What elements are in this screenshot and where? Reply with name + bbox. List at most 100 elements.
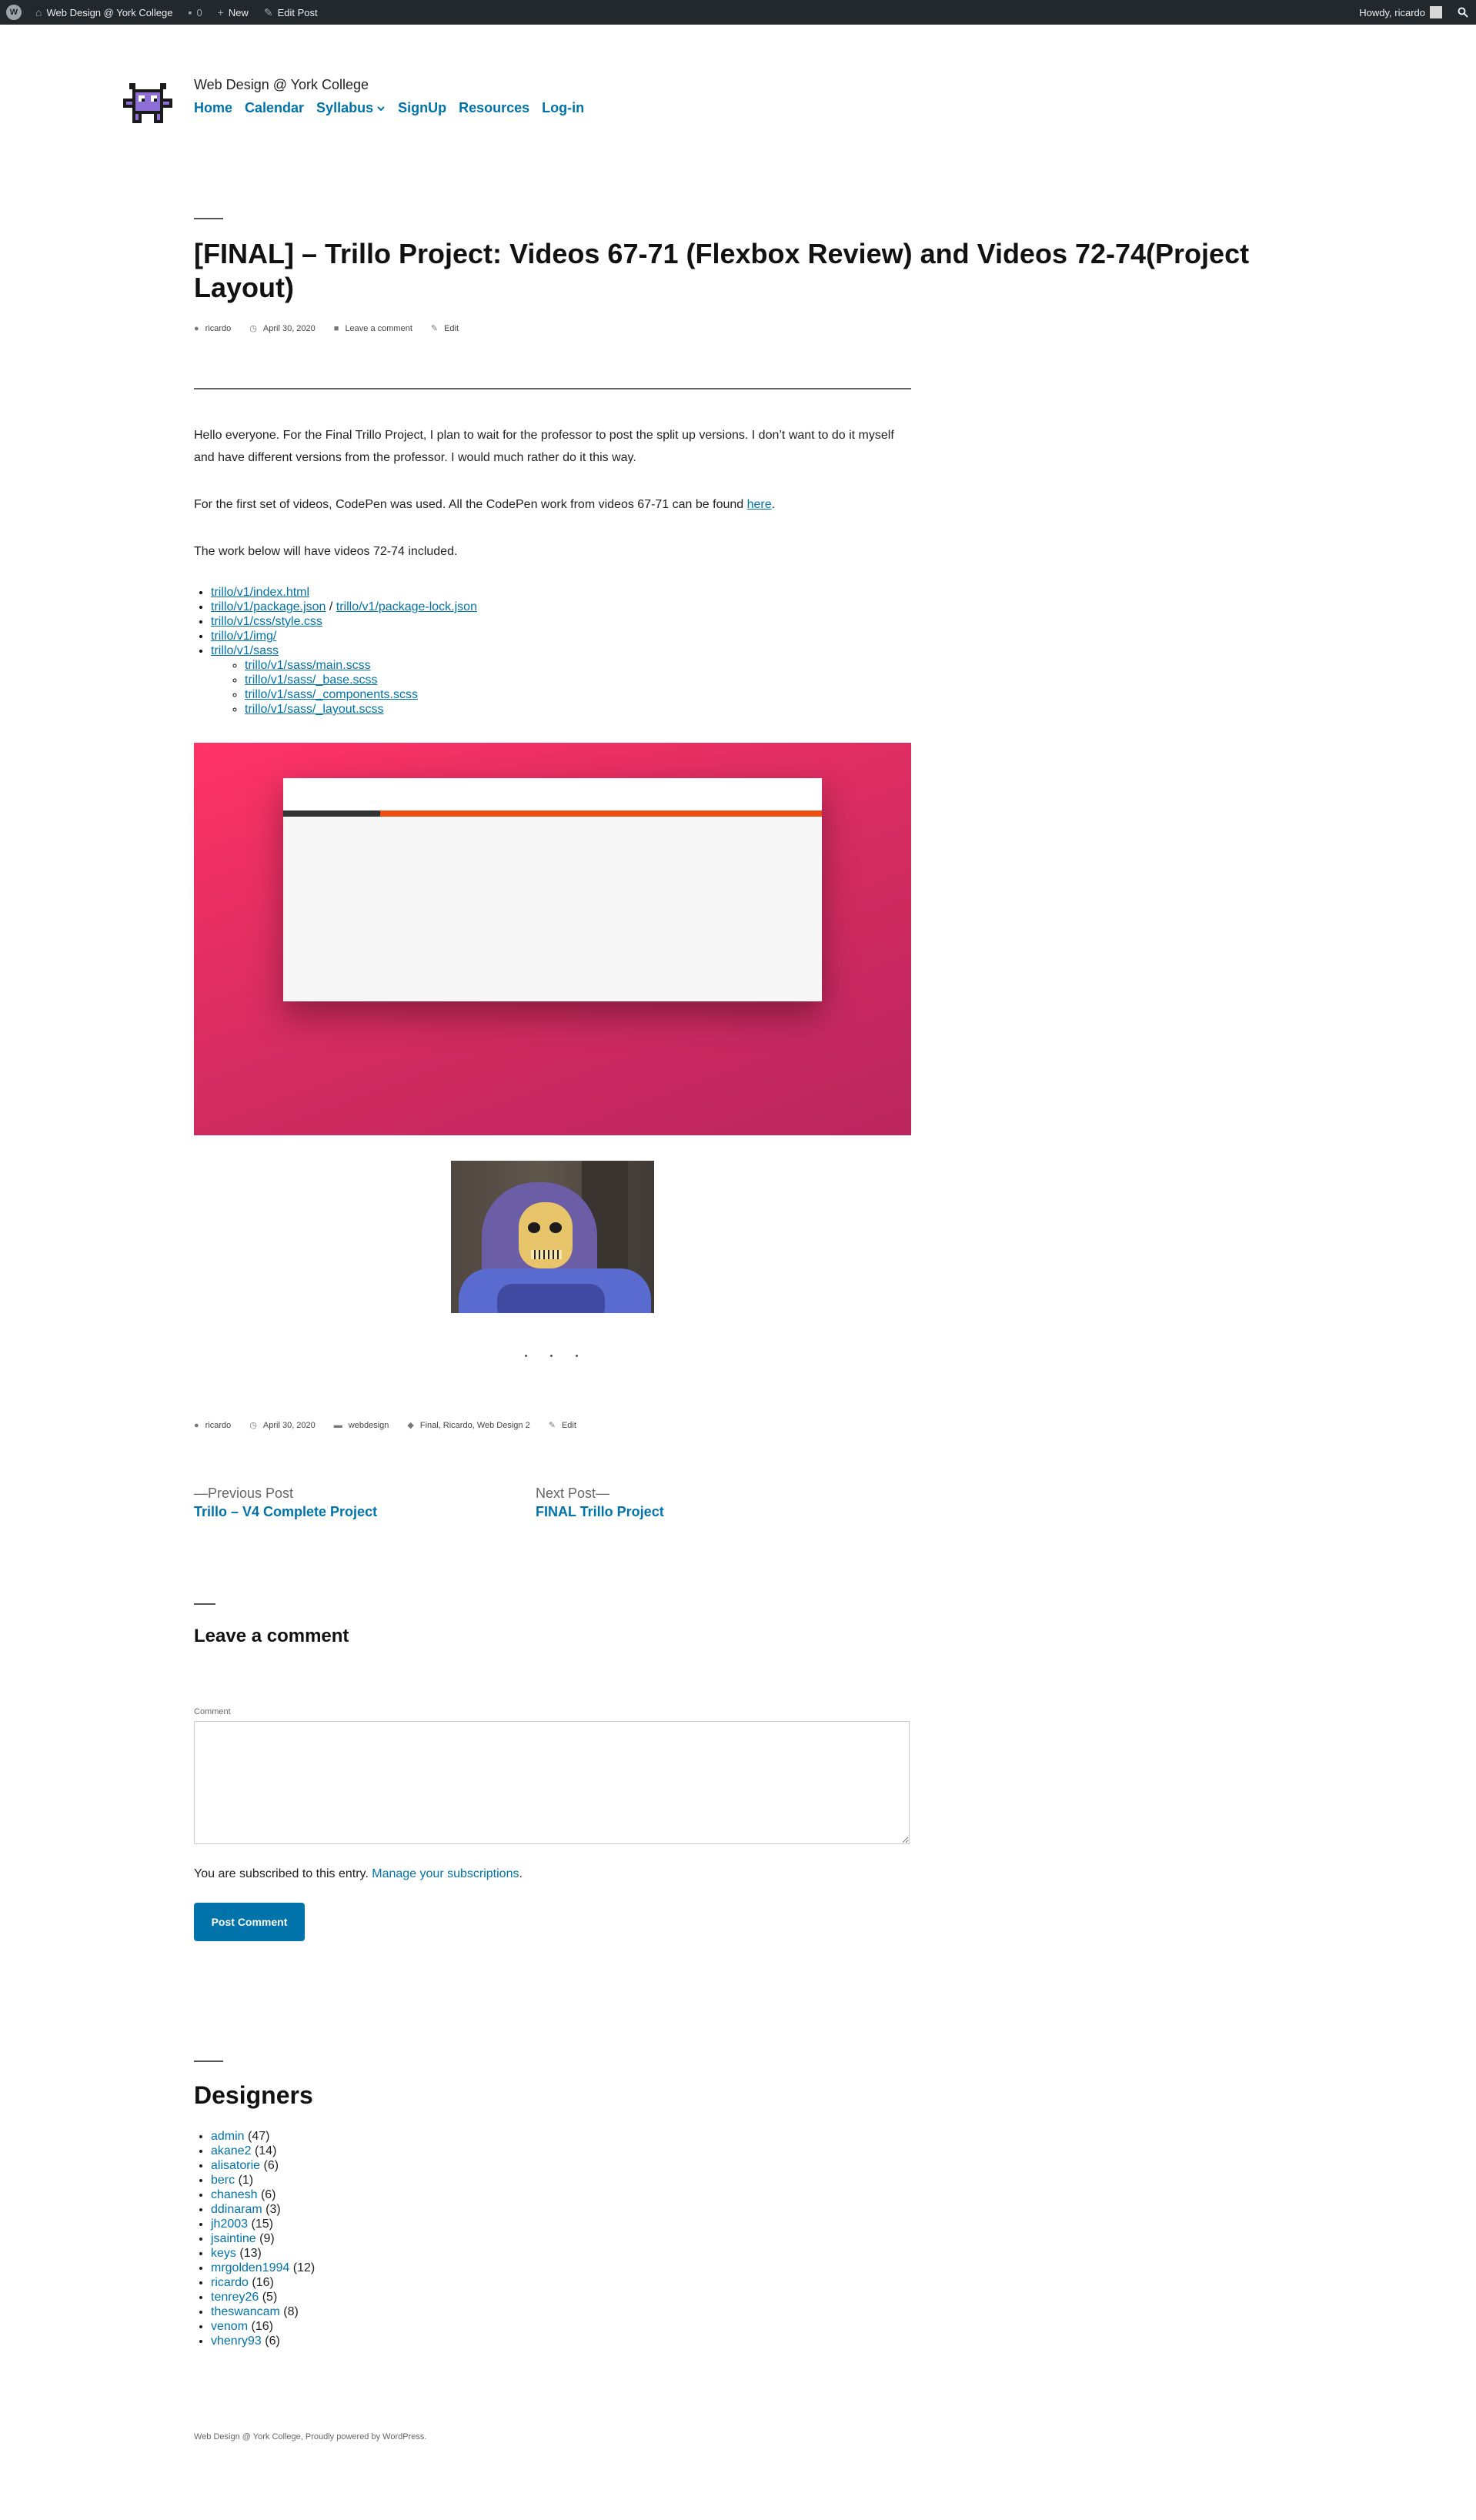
admin-bar-site[interactable]: ⌂ Web Design @ York College bbox=[28, 0, 180, 25]
skeletor-teeth bbox=[531, 1250, 562, 1259]
file-link-main-scss[interactable]: trillo/v1/sass/main.scss bbox=[245, 659, 371, 672]
file-link-package[interactable]: trillo/v1/package.json bbox=[211, 600, 326, 613]
list-item: trillo/v1/package.json / trillo/v1/packa… bbox=[211, 600, 477, 614]
admin-bar-comments[interactable]: ▪ 0 bbox=[180, 0, 209, 25]
designer-link[interactable]: theswancam bbox=[211, 2305, 280, 2318]
folder-icon: ▬ bbox=[333, 1420, 342, 1430]
designer-link[interactable]: mrgolden1994 bbox=[211, 2261, 289, 2274]
comment-field[interactable] bbox=[194, 1721, 910, 1844]
designer-link[interactable]: berc bbox=[211, 2174, 235, 2187]
footer-author-link[interactable]: ricardo bbox=[205, 1421, 232, 1430]
comments-divider bbox=[194, 1603, 215, 1605]
skeletor-image bbox=[451, 1161, 654, 1313]
site-logo-icon[interactable] bbox=[123, 83, 172, 126]
designer-link[interactable]: keys bbox=[211, 2247, 236, 2260]
designer-link[interactable]: chanesh bbox=[211, 2188, 258, 2201]
meta-author-link[interactable]: ricardo bbox=[205, 324, 232, 333]
comment-field-label: Comment bbox=[194, 1707, 231, 1716]
footer-meta-tags: ◆ Final, Ricardo, Web Design 2 bbox=[407, 1420, 530, 1431]
file-link-base-scss[interactable]: trillo/v1/sass/_base.scss bbox=[245, 673, 378, 687]
content-separator bbox=[194, 388, 911, 389]
designer-link[interactable]: akane2 bbox=[211, 2144, 252, 2157]
pencil-icon: ✎ bbox=[430, 324, 439, 333]
file-link-sass[interactable]: trillo/v1/sass bbox=[211, 644, 279, 657]
next-post-label: Next Post— bbox=[536, 1486, 610, 1501]
designer-link[interactable]: jsaintine bbox=[211, 2232, 256, 2245]
list-item: ricardo (16) bbox=[211, 2275, 315, 2290]
nav-item-home[interactable]: Home bbox=[194, 100, 232, 116]
nav-item-syllabus-label: Syllabus bbox=[316, 100, 374, 115]
clock-icon: ◷ bbox=[249, 324, 257, 333]
designer-count: (16) bbox=[252, 2276, 274, 2289]
designer-link[interactable]: venom bbox=[211, 2320, 248, 2333]
admin-bar-edit-post-label: Edit Post bbox=[277, 6, 318, 18]
list-item: akane2 (14) bbox=[211, 2144, 315, 2158]
designer-link[interactable]: jh2003 bbox=[211, 2218, 248, 2231]
designer-count: (13) bbox=[239, 2247, 262, 2260]
admin-bar-new[interactable]: + New bbox=[210, 0, 256, 25]
list-item: berc (1) bbox=[211, 2173, 315, 2187]
nav-item-syllabus[interactable]: Syllabus bbox=[316, 100, 386, 116]
edit-post-link[interactable]: Edit bbox=[444, 324, 459, 333]
admin-bar-edit-post[interactable]: ✎ Edit Post bbox=[256, 0, 326, 25]
list-item: keys (13) bbox=[211, 2246, 315, 2261]
designer-count: (3) bbox=[265, 2203, 281, 2216]
admin-bar-account[interactable]: Howdy, ricardo bbox=[1351, 0, 1450, 25]
admin-bar-site-name: Web Design @ York College bbox=[46, 6, 173, 18]
footer-meta-category: ▬ webdesign bbox=[334, 1421, 389, 1430]
codepen-paragraph: For the first set of videos, CodePen was… bbox=[194, 493, 911, 516]
nav-item-calendar[interactable]: Calendar bbox=[245, 100, 304, 116]
list-item: trillo/v1/sass/_components.scss bbox=[245, 687, 477, 702]
meta-date-link[interactable]: April 30, 2020 bbox=[263, 324, 316, 333]
admin-bar-left: W ⌂ Web Design @ York College ▪ 0 + New … bbox=[0, 0, 326, 25]
intro-paragraph: Hello everyone. For the Final Trillo Pro… bbox=[194, 429, 894, 464]
page-title: [FINAL] – Trillo Project: Videos 67-71 (… bbox=[194, 238, 1250, 303]
leave-comment-link[interactable]: Leave a comment bbox=[345, 324, 412, 333]
list-item: chanesh (6) bbox=[211, 2187, 315, 2202]
dot bbox=[525, 1355, 527, 1357]
designer-link[interactable]: alisatorie bbox=[211, 2159, 260, 2172]
admin-bar-right: Howdy, ricardo bbox=[1351, 0, 1476, 25]
comment-bubble-icon: ■ bbox=[333, 323, 339, 333]
footer-edit-link[interactable]: Edit bbox=[562, 1421, 576, 1430]
admin-bar-comments-count: 0 bbox=[196, 6, 202, 18]
file-link-layout-scss[interactable]: trillo/v1/sass/_layout.scss bbox=[245, 703, 384, 716]
category-link[interactable]: webdesign bbox=[349, 1421, 389, 1430]
preview-window bbox=[283, 778, 822, 1001]
codepen-here-link[interactable]: here bbox=[747, 498, 772, 511]
post-comment-button[interactable]: Post Comment bbox=[194, 1903, 305, 1941]
list-item: trillo/v1/sass trillo/v1/sass/main.scss … bbox=[211, 643, 477, 717]
designer-link[interactable]: vhenry93 bbox=[211, 2335, 262, 2348]
next-post-link[interactable]: FINAL Trillo Project bbox=[536, 1504, 664, 1520]
wordpress-menu[interactable]: W bbox=[0, 0, 28, 25]
subscription-text: You are subscribed to this entry. bbox=[194, 1867, 372, 1880]
admin-bar-search[interactable] bbox=[1450, 0, 1476, 25]
nav-item-login[interactable]: Log-in bbox=[542, 100, 584, 116]
meta-edit: ✎ Edit bbox=[430, 323, 459, 334]
designer-count: (8) bbox=[283, 2305, 299, 2318]
designer-link[interactable]: tenrey26 bbox=[211, 2291, 259, 2304]
chevron-down-icon[interactable] bbox=[376, 104, 386, 113]
site-title[interactable]: Web Design @ York College bbox=[194, 77, 369, 93]
tag-icon: ◆ bbox=[407, 1421, 414, 1430]
nav-item-signup[interactable]: SignUp bbox=[398, 100, 446, 116]
previous-post-link[interactable]: Trillo – V4 Complete Project bbox=[194, 1504, 377, 1520]
dot bbox=[576, 1355, 578, 1357]
tags-link[interactable]: Final, Ricardo, Web Design 2 bbox=[420, 1421, 530, 1430]
file-link-index[interactable]: trillo/v1/index.html bbox=[211, 586, 309, 599]
designers-list: admin (47) akane2 (14) alisatorie (6) be… bbox=[194, 2129, 315, 2348]
preview-main-bar bbox=[380, 810, 822, 817]
manage-subscriptions-link[interactable]: Manage your subscriptions bbox=[372, 1867, 519, 1880]
list-item: mrgolden1994 (12) bbox=[211, 2261, 315, 2275]
footer-date-link[interactable]: April 30, 2020 bbox=[263, 1421, 316, 1430]
designer-link[interactable]: ddinaram bbox=[211, 2203, 262, 2216]
designer-link[interactable]: admin bbox=[211, 2130, 245, 2143]
widget-divider bbox=[194, 2060, 223, 2062]
list-item: jsaintine (9) bbox=[211, 2231, 315, 2246]
nav-item-resources[interactable]: Resources bbox=[459, 100, 529, 116]
file-link-package-lock[interactable]: trillo/v1/package-lock.json bbox=[336, 600, 477, 613]
designer-link[interactable]: ricardo bbox=[211, 2276, 249, 2289]
file-link-components-scss[interactable]: trillo/v1/sass/_components.scss bbox=[245, 688, 418, 701]
file-link-style[interactable]: trillo/v1/css/style.css bbox=[211, 615, 322, 628]
file-link-img[interactable]: trillo/v1/img/ bbox=[211, 630, 276, 643]
